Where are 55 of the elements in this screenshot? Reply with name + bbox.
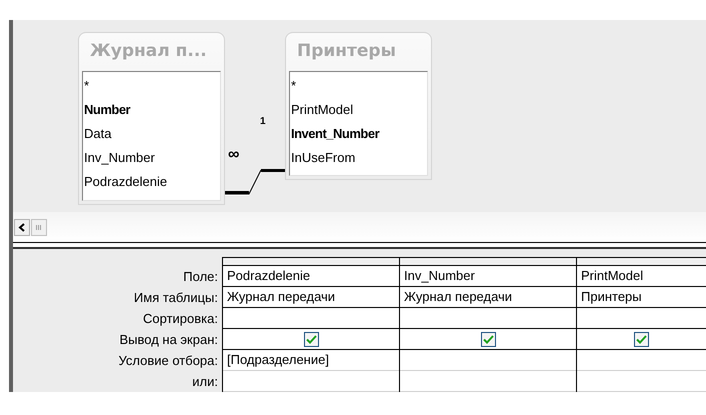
grid-cell[interactable]: PrintModel bbox=[577, 266, 706, 287]
table-panel[interactable]: Журнал п... * Number Data Inv_Number Podrazdelenie bbox=[78, 32, 225, 205]
field-name[interactable]: * bbox=[291, 74, 427, 98]
grid-cell[interactable]: Podrazdelenie bbox=[223, 266, 399, 287]
field-name[interactable]: Podrazdelenie bbox=[84, 170, 220, 194]
field-name[interactable]: InUseFrom bbox=[291, 146, 427, 170]
grip-icon bbox=[36, 224, 42, 230]
check-icon bbox=[482, 334, 494, 344]
scroll-left-button[interactable] bbox=[14, 218, 30, 236]
table-title: Журнал п... bbox=[89, 40, 208, 64]
grid-cell[interactable] bbox=[223, 308, 399, 329]
field-name[interactable]: Data bbox=[84, 122, 220, 146]
cell-text: Принтеры bbox=[581, 289, 642, 305]
left-chevron-icon bbox=[18, 222, 26, 232]
cell-text: Журнал передачи bbox=[227, 289, 336, 305]
cell-text: Inv_Number bbox=[404, 268, 475, 284]
grid-cell[interactable] bbox=[577, 329, 706, 350]
table-title: Принтеры bbox=[296, 40, 397, 64]
check-icon bbox=[306, 334, 316, 344]
grid-cell[interactable]: Inv_Number bbox=[400, 266, 576, 287]
show-checkbox[interactable] bbox=[634, 332, 649, 346]
column-selector[interactable] bbox=[577, 257, 706, 266]
cell-text: Журнал передачи bbox=[404, 289, 512, 305]
field-name[interactable]: PrintModel bbox=[291, 98, 427, 122]
grid-cell[interactable] bbox=[400, 308, 576, 329]
scroll-thumb[interactable] bbox=[31, 218, 47, 236]
row-label: Сортировка: bbox=[143, 310, 218, 326]
grid-cell[interactable]: Журнал передачи bbox=[400, 287, 576, 308]
table-panel[interactable]: Принтеры * PrintModel Invent_Number InUseFrom bbox=[285, 32, 432, 180]
grid-cell[interactable] bbox=[400, 329, 576, 350]
field-name[interactable]: Invent_Number bbox=[291, 122, 427, 146]
grid-cell[interactable]: [Подразделение] bbox=[223, 350, 399, 371]
row-label: Вывод на экран: bbox=[119, 332, 218, 348]
column-selector[interactable] bbox=[400, 257, 576, 266]
cell-text: PrintModel bbox=[581, 268, 644, 284]
field-name[interactable]: Number bbox=[84, 98, 220, 122]
row-label: Имя таблицы: bbox=[134, 290, 218, 306]
many-label: ∞ bbox=[228, 147, 240, 163]
row-label: Поле: bbox=[183, 268, 218, 284]
grid-cell[interactable] bbox=[577, 308, 706, 329]
check-icon bbox=[636, 334, 647, 344]
cell-text: Podrazdelenie bbox=[227, 268, 310, 284]
field-name[interactable]: Inv_Number bbox=[84, 146, 220, 170]
cell-text: [Подразделение] bbox=[227, 352, 329, 368]
grid-cell[interactable]: Принтеры bbox=[577, 287, 706, 308]
relationship-line bbox=[225, 169, 285, 195]
grid-cell[interactable] bbox=[223, 329, 399, 350]
field-name[interactable]: * bbox=[84, 74, 220, 98]
column-selector[interactable] bbox=[223, 257, 399, 266]
one-label: 1 bbox=[260, 117, 266, 127]
show-checkbox[interactable] bbox=[480, 332, 496, 346]
show-checkbox[interactable] bbox=[304, 332, 318, 346]
grid-cell[interactable]: Журнал передачи bbox=[223, 287, 399, 308]
row-label: Условие отбора: bbox=[118, 352, 218, 368]
row-label: или: bbox=[192, 374, 218, 390]
